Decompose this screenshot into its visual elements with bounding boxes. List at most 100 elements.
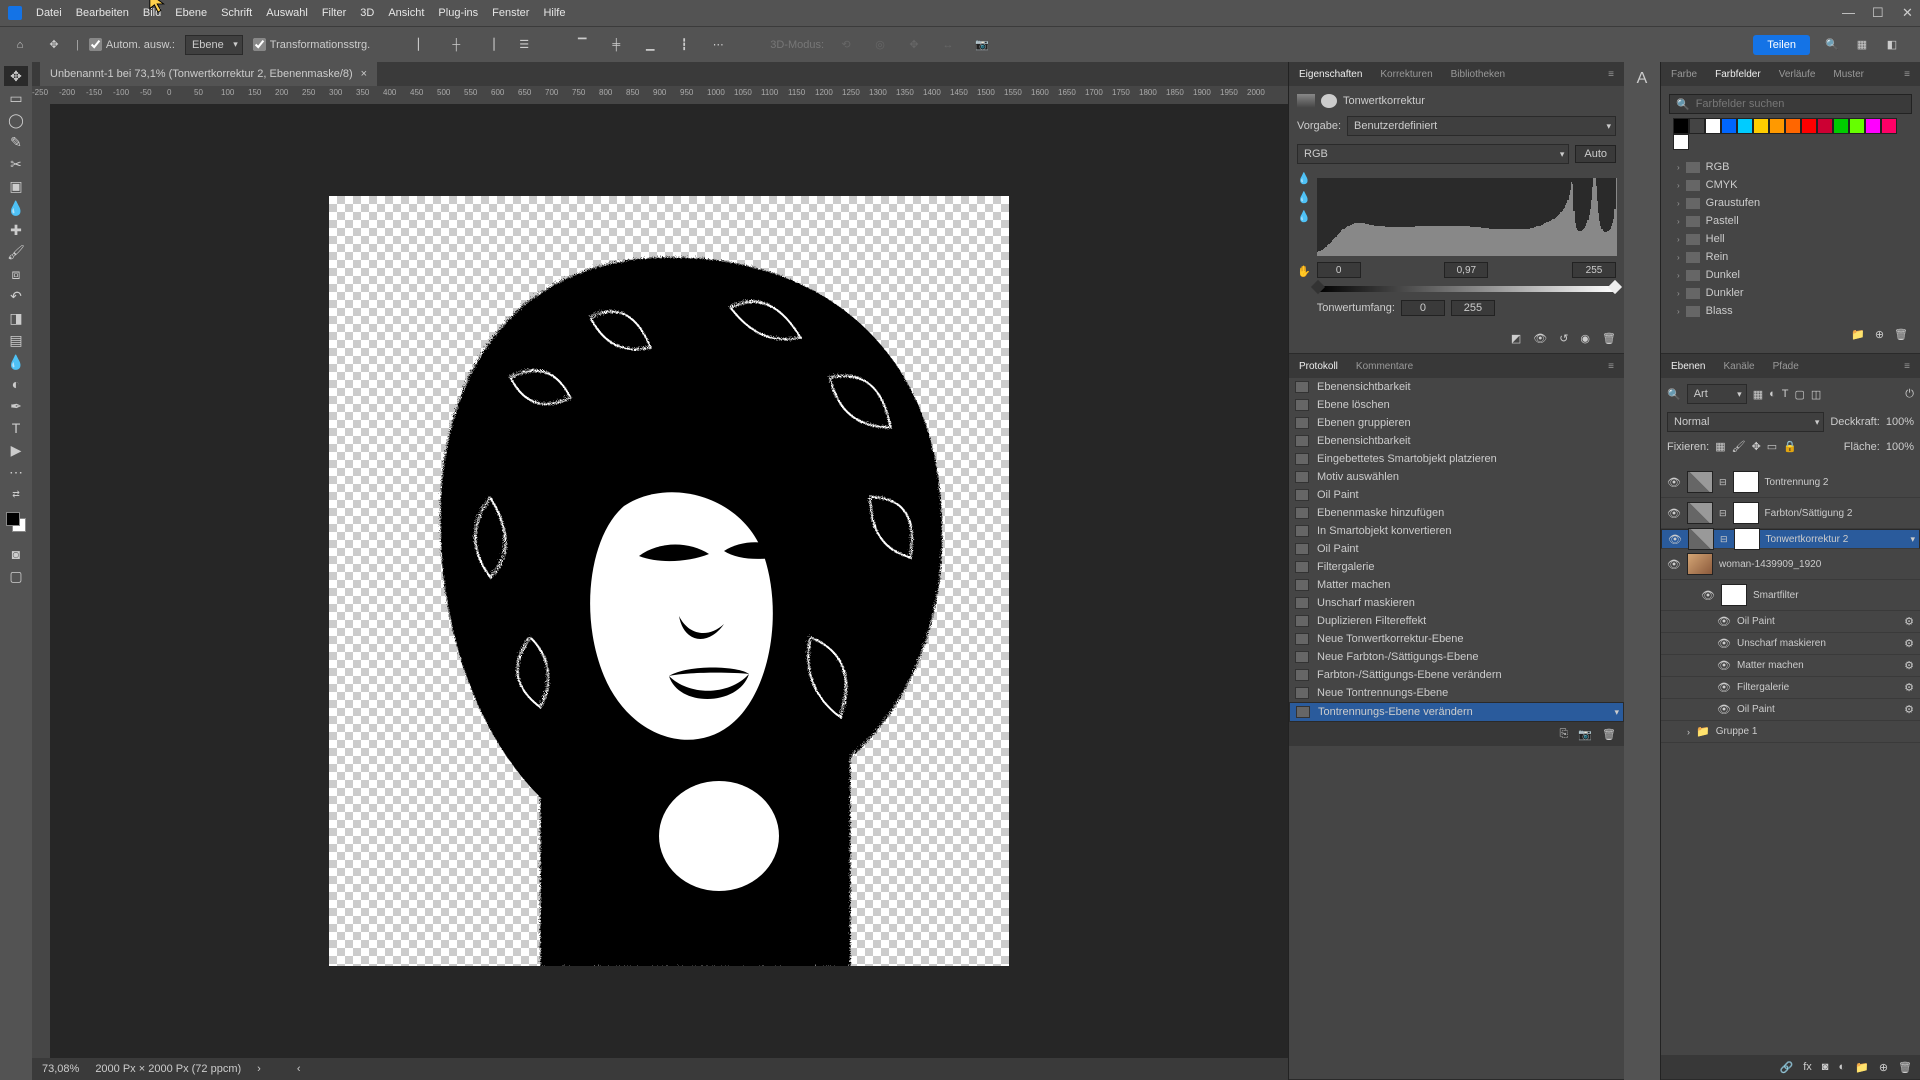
swatch-folder[interactable]: ›Dunkel xyxy=(1673,266,1908,284)
toggle-visibility-icon[interactable]: 👁 xyxy=(1533,332,1547,345)
history-item[interactable]: Duplizieren Filtereffekt xyxy=(1289,612,1624,630)
character-panel-icon[interactable]: A xyxy=(1637,70,1648,88)
tab-kommentare[interactable]: Kommentare xyxy=(1352,357,1417,378)
transform-controls-checkbox[interactable]: Transformationsstrg. xyxy=(253,38,370,51)
swatch[interactable] xyxy=(1673,134,1689,150)
menu-ansicht[interactable]: Ansicht xyxy=(388,7,424,19)
swatch[interactable] xyxy=(1705,118,1721,134)
new-fill-layer-icon[interactable]: ◐ xyxy=(1838,1061,1845,1073)
clip-to-layer-icon[interactable]: ◩ xyxy=(1511,332,1521,345)
mask-icon[interactable] xyxy=(1321,94,1337,108)
filter-type-icon[interactable]: T xyxy=(1782,388,1789,400)
new-group-icon[interactable]: 📁 xyxy=(1855,1061,1869,1074)
history-item[interactable]: Ebenensichtbarkeit xyxy=(1289,432,1624,450)
menu-plugins[interactable]: Plug-ins xyxy=(438,7,478,19)
auto-select-checkbox[interactable]: Autom. ausw.: xyxy=(89,38,175,51)
layer-group[interactable]: ›📁Gruppe 1 xyxy=(1661,721,1920,743)
frame-tool[interactable]: ▣ xyxy=(4,176,28,196)
gray-eyedropper-icon[interactable]: 💧 xyxy=(1297,191,1311,204)
history-item[interactable]: Ebenenmaske hinzufügen xyxy=(1289,504,1624,522)
tab-eigenschaften[interactable]: Eigenschaften xyxy=(1295,65,1366,86)
swatch-folder[interactable]: ›Dunkler xyxy=(1673,284,1908,302)
input-white-point[interactable] xyxy=(1572,262,1616,278)
history-item[interactable]: Neue Farbton-/Sättigungs-Ebene xyxy=(1289,648,1624,666)
history-item[interactable]: Filtergalerie xyxy=(1289,558,1624,576)
swatch[interactable] xyxy=(1737,118,1753,134)
filter-adjust-icon[interactable]: ◐ xyxy=(1769,388,1776,400)
panel-menu-icon[interactable]: ≡ xyxy=(1604,357,1618,378)
swatch-folder[interactable]: ›CMYK xyxy=(1673,176,1908,194)
smartfilter-item[interactable]: 👁Unscharf maskieren⚙ xyxy=(1661,633,1920,655)
align-right-icon[interactable]: ▕ xyxy=(478,33,502,57)
move-tool[interactable]: ✥ xyxy=(4,66,28,86)
menu-datei[interactable]: Datei xyxy=(36,7,62,19)
reset-icon[interactable]: ↺ xyxy=(1559,332,1568,345)
swatch[interactable] xyxy=(1817,118,1833,134)
channel-dropdown[interactable]: RGB xyxy=(1297,144,1569,164)
history-item[interactable]: Oil Paint xyxy=(1289,540,1624,558)
new-swatch-icon[interactable]: ⊕ xyxy=(1875,328,1884,341)
search-icon[interactable]: 🔍 xyxy=(1820,33,1844,57)
tab-pfade[interactable]: Pfade xyxy=(1769,357,1803,378)
new-layer-icon[interactable]: ⊕ xyxy=(1879,1061,1888,1074)
history-item[interactable]: Neue Tonwertkorrektur-Ebene xyxy=(1289,630,1624,648)
tab-protokoll[interactable]: Protokoll xyxy=(1295,357,1342,378)
lock-position-icon[interactable]: ✥ xyxy=(1752,440,1761,453)
lock-artboard-icon[interactable]: ▭ xyxy=(1767,440,1777,453)
swatch[interactable] xyxy=(1769,118,1785,134)
delete-swatch-icon[interactable]: 🗑 xyxy=(1894,328,1908,341)
swatch[interactable] xyxy=(1865,118,1881,134)
history-item[interactable]: Ebene löschen xyxy=(1289,396,1624,414)
tab-ebenen[interactable]: Ebenen xyxy=(1667,357,1709,378)
eyedropper-tool[interactable]: 💧 xyxy=(4,198,28,218)
output-slider[interactable] xyxy=(1317,286,1616,292)
type-tool[interactable]: T xyxy=(4,418,28,438)
filter-shape-icon[interactable]: ▢ xyxy=(1795,388,1805,401)
pen-tool[interactable]: ✒ xyxy=(4,396,28,416)
align-top-icon[interactable]: ▔ xyxy=(570,33,594,57)
menu-filter[interactable]: Filter xyxy=(322,7,346,19)
swatch-folder[interactable]: ›RGB xyxy=(1673,158,1908,176)
filter-toggle-icon[interactable]: ⏻ xyxy=(1905,388,1914,401)
history-item[interactable]: Farbton-/Sättigungs-Ebene verändern xyxy=(1289,666,1624,684)
align-bottom-icon[interactable]: ▁ xyxy=(638,33,662,57)
output-black[interactable] xyxy=(1401,300,1445,316)
history-item[interactable]: Motiv auswählen xyxy=(1289,468,1624,486)
filter-blend-icon[interactable]: ⚙ xyxy=(1904,659,1914,672)
artboard-tool[interactable]: ▭ xyxy=(4,88,28,108)
share-button[interactable]: Teilen xyxy=(1753,35,1810,55)
snapshot-icon[interactable]: 📷 xyxy=(1578,728,1592,741)
menu-fenster[interactable]: Fenster xyxy=(492,7,529,19)
swatch-folder[interactable]: ›Hell xyxy=(1673,230,1908,248)
smartfilter-item[interactable]: 👁Oil Paint⚙ xyxy=(1661,699,1920,721)
menu-bearbeiten[interactable]: Bearbeiten xyxy=(76,7,129,19)
close-icon[interactable]: ✕ xyxy=(1902,5,1914,17)
swatch[interactable] xyxy=(1833,118,1849,134)
quickselect-tool[interactable]: ✎ xyxy=(4,132,28,152)
dodge-tool[interactable]: ◐ xyxy=(4,374,28,394)
lock-all-icon[interactable]: 🔒 xyxy=(1783,440,1797,453)
history-item[interactable]: Neue Tontrennungs-Ebene xyxy=(1289,684,1624,702)
status-nav-left-icon[interactable]: ‹ xyxy=(297,1063,301,1075)
swatch-folder[interactable]: ›Pastell xyxy=(1673,212,1908,230)
swatch-folder[interactable]: ›Rein xyxy=(1673,248,1908,266)
fg-bg-colors[interactable] xyxy=(6,512,26,532)
auto-button[interactable]: Auto xyxy=(1575,145,1616,163)
more-options-icon[interactable]: ⋯ xyxy=(706,33,730,57)
maximize-icon[interactable]: ☐ xyxy=(1872,5,1884,17)
delete-adjustment-icon[interactable]: 🗑 xyxy=(1602,332,1616,345)
history-brush-tool[interactable]: ↶ xyxy=(4,286,28,306)
menu-schrift[interactable]: Schrift xyxy=(221,7,252,19)
visibility-toggle-icon[interactable]: 👁 xyxy=(1667,476,1681,489)
menu-ebene[interactable]: Ebene xyxy=(175,7,207,19)
swatch[interactable] xyxy=(1785,118,1801,134)
input-black-point[interactable] xyxy=(1317,262,1361,278)
crop-tool[interactable]: ✂ xyxy=(4,154,28,174)
output-white[interactable] xyxy=(1451,300,1495,316)
swatch[interactable] xyxy=(1689,118,1705,134)
tab-farbfelder[interactable]: Farbfelder xyxy=(1711,65,1765,86)
filter-blend-icon[interactable]: ⚙ xyxy=(1904,615,1914,628)
stamp-tool[interactable]: ⧈ xyxy=(4,264,28,284)
lock-brush-icon[interactable]: 🖌 xyxy=(1732,440,1746,453)
status-arrow-icon[interactable]: › xyxy=(257,1063,261,1075)
